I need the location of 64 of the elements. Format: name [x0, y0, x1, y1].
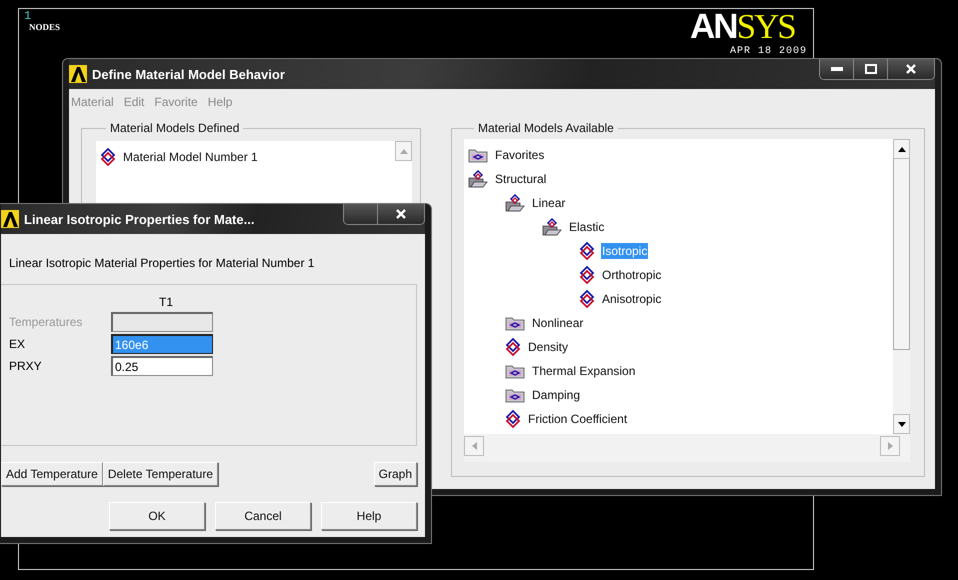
tree-item[interactable]: Favorites [494, 147, 546, 163]
down-arrow-icon [898, 422, 906, 426]
graph-button[interactable]: Graph [374, 462, 417, 486]
plot-label: NODES [29, 22, 60, 32]
material-icon [505, 410, 521, 428]
maximize-icon [864, 64, 876, 74]
window-number: 1 [24, 10, 32, 22]
tree-item[interactable]: Damping [531, 387, 582, 403]
group-title: Material Models Available [477, 121, 615, 135]
minimize-icon [830, 67, 842, 71]
tree-item[interactable]: Elastic [568, 219, 606, 235]
material-icon [100, 148, 116, 166]
folder-icon [505, 315, 525, 331]
app-logo-icon [69, 65, 87, 83]
dialog-button[interactable]: Cancel [215, 502, 311, 530]
dialog-heading: Linear Isotropic Material Properties for Material Number 1 [8, 255, 316, 272]
input-field[interactable]: 0.25 [111, 356, 213, 376]
right-arrow-icon [888, 442, 892, 450]
scroll-up-button[interactable] [893, 139, 910, 159]
open-folder-icon [542, 218, 562, 236]
tree-item[interactable]: Linear [531, 195, 566, 211]
maximize-button[interactable] [854, 59, 888, 79]
tree-item[interactable]: Density [527, 339, 570, 355]
folder-icon [468, 147, 488, 163]
open-folder-icon [505, 194, 525, 212]
column-header: T1 [159, 295, 174, 309]
row-label: EX [9, 337, 26, 351]
table-button[interactable]: Delete Temperature [102, 462, 218, 486]
tree-item[interactable]: Friction Coefficient [527, 411, 628, 427]
row-label: PRXY [9, 359, 43, 373]
tree-item[interactable]: Nonlinear [531, 315, 584, 331]
folder-icon [505, 363, 525, 379]
plot-date: APR 18 2009 [730, 46, 808, 57]
material-icon [579, 290, 595, 308]
scroll-down-button[interactable] [893, 414, 910, 434]
tree-item[interactable]: Thermal Expansion [531, 363, 636, 379]
table-button[interactable]: Add Temperature [1, 462, 103, 486]
tree-item[interactable]: Orthotropic [601, 267, 662, 283]
tree-item[interactable]: Anisotropic [601, 291, 662, 307]
close-icon [906, 64, 916, 74]
list-item[interactable]: Material Model Number 1 [122, 149, 259, 165]
up-arrow-icon [898, 146, 906, 152]
open-folder-icon [468, 170, 488, 188]
material-icon [579, 242, 595, 260]
dialog-button[interactable]: OK [109, 502, 205, 530]
up-arrow-icon [400, 148, 408, 154]
app-logo-icon [1, 210, 19, 228]
material-icon [505, 338, 521, 356]
title-button[interactable] [344, 204, 378, 224]
dialog-button[interactable]: Help [321, 502, 417, 530]
window-title: Define Material Model Behavior [92, 66, 285, 82]
window-title: Linear Isotropic Properties for Mate... [24, 212, 254, 226]
folder-icon [505, 387, 525, 403]
close-button[interactable] [378, 204, 424, 224]
close-icon [396, 209, 406, 219]
left-arrow-icon [472, 442, 476, 450]
group-title: Material Models Defined [109, 121, 240, 135]
ansys-logo: ANSYS [690, 10, 795, 44]
minimize-button[interactable] [820, 59, 854, 79]
material-icon [579, 266, 595, 284]
tree-item[interactable]: Structural [494, 171, 548, 187]
row-label: Temperatures [9, 315, 84, 329]
scroll-thumb[interactable] [893, 159, 910, 350]
close-button[interactable] [888, 59, 934, 79]
